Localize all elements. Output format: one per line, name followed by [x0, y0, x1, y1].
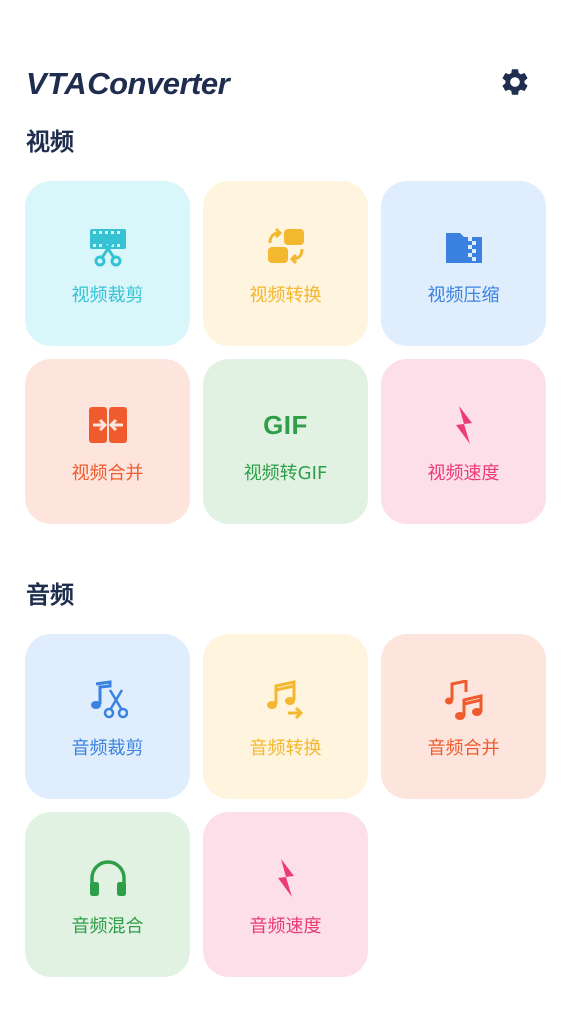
headphones-icon: [86, 856, 130, 900]
music-arrow-icon: [264, 678, 308, 722]
tile-label: 视频合并: [71, 463, 144, 484]
tile-audio-cut[interactable]: 音频裁剪: [25, 634, 190, 799]
section-title-video: 视频: [26, 128, 74, 156]
tile-label: 视频裁剪: [71, 285, 144, 306]
tile-label: 视频速度: [427, 463, 500, 484]
tile-label: 音频混合: [71, 916, 144, 937]
section-title-audio: 音频: [26, 581, 74, 609]
film-scissors-icon: [86, 225, 130, 269]
tile-label: 音频速度: [249, 916, 322, 937]
lightning-bolt-icon: [264, 856, 308, 900]
zip-folder-icon: [442, 225, 486, 269]
app-logo: VTAConverter: [26, 66, 230, 101]
tile-label: 视频转换: [249, 285, 322, 306]
tile-video-speed[interactable]: 视频速度: [381, 359, 546, 524]
lightning-bolt-icon: [442, 403, 486, 447]
settings-button[interactable]: [499, 66, 531, 98]
tile-audio-mix[interactable]: 音频混合: [25, 812, 190, 977]
tile-label: 视频压缩: [427, 285, 500, 306]
double-music-note-icon: [442, 678, 486, 722]
music-scissors-icon: [86, 678, 130, 722]
header: VTAConverter: [26, 62, 531, 106]
tile-label: 音频裁剪: [71, 738, 144, 759]
gear-icon: [502, 69, 528, 95]
gif-icon: GIF: [263, 409, 308, 440]
merge-arrows-icon: [86, 403, 130, 447]
tile-audio-speed[interactable]: 音频速度: [203, 812, 368, 977]
tile-audio-merge[interactable]: 音频合并: [381, 634, 546, 799]
tile-video-convert[interactable]: 视频转换: [203, 181, 368, 346]
tile-video-compress[interactable]: 视频压缩: [381, 181, 546, 346]
tile-audio-convert[interactable]: 音频转换: [203, 634, 368, 799]
tile-video-to-gif[interactable]: GIF 视频转GIF: [203, 359, 368, 524]
tile-video-merge[interactable]: 视频合并: [25, 359, 190, 524]
tile-label: 音频合并: [427, 738, 500, 759]
app-screen: VTAConverter 视频 视频裁剪 视频转换 视频压缩 视频合并 GIF …: [0, 0, 571, 1015]
tile-label: 视频转GIF: [243, 463, 328, 484]
convert-arrows-icon: [264, 225, 308, 269]
tile-label: 音频转换: [249, 738, 322, 759]
tile-video-cut[interactable]: 视频裁剪: [25, 181, 190, 346]
